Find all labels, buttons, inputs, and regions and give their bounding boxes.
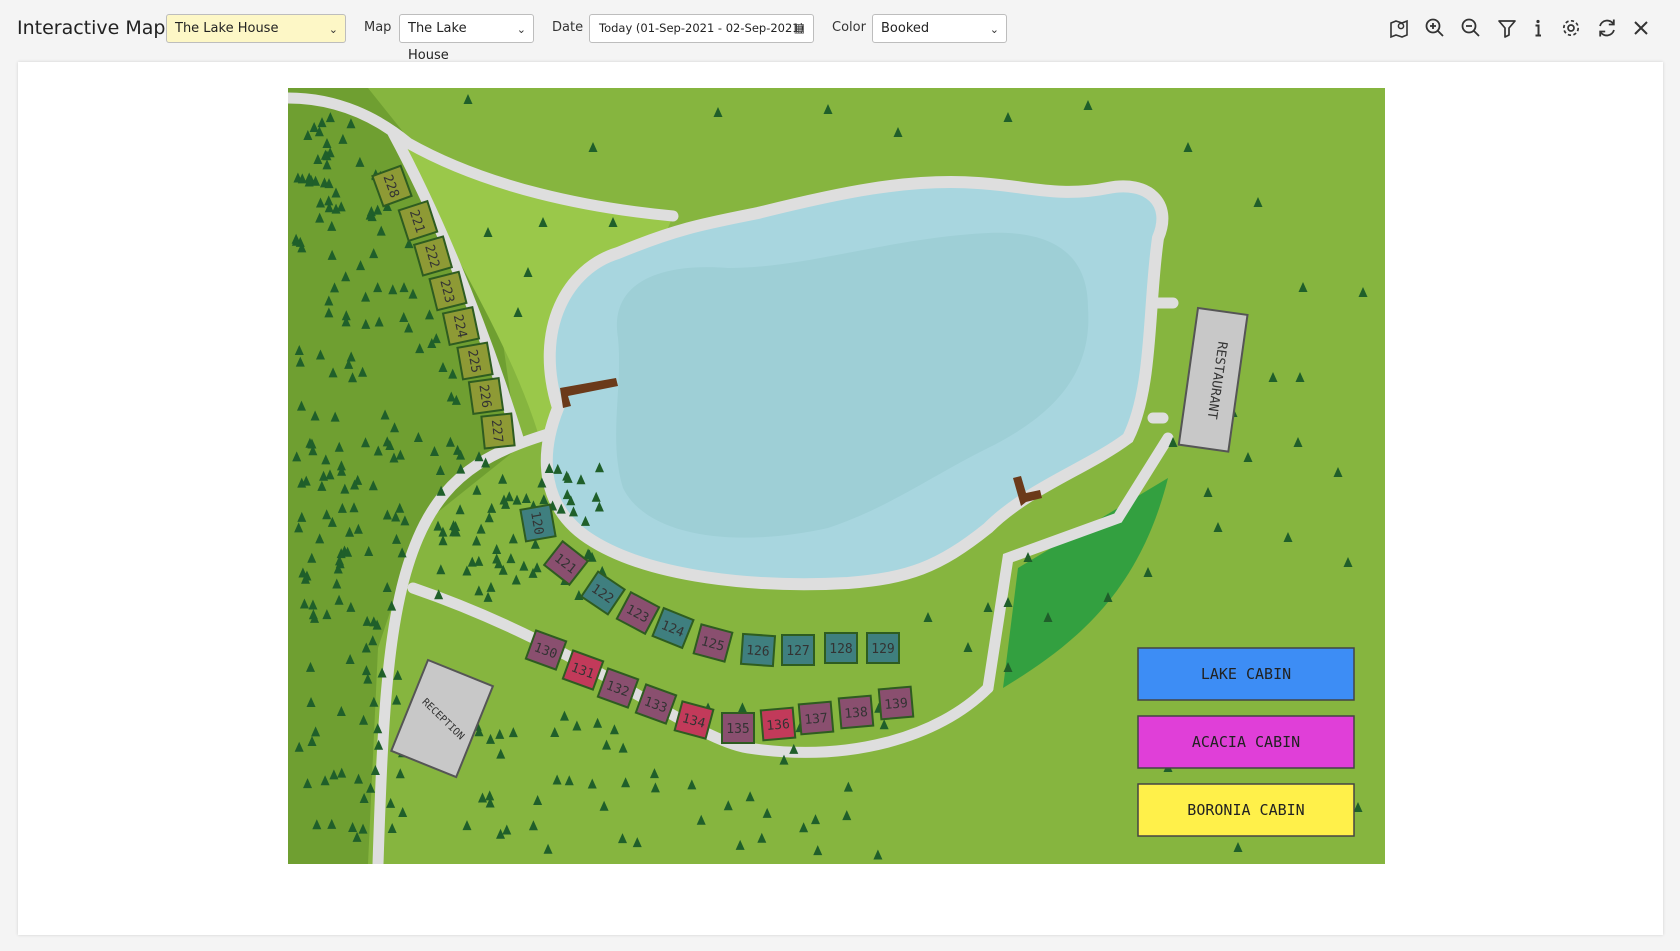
date-range-value: Today (01-Sep-2021 - 02-Sep-2021) (599, 21, 805, 35)
close-icon[interactable] (1628, 15, 1654, 41)
cabin-136[interactable]: 136 (759, 706, 797, 742)
toolbar: Interactive Map The Lake House ⌄ Map The… (0, 0, 1680, 63)
chevron-down-icon: ⌄ (328, 23, 338, 36)
cabin-120[interactable]: 120 (519, 503, 557, 543)
page-title: Interactive Map (17, 17, 166, 39)
cabin-label: 139 (884, 696, 909, 713)
legend-label: ACACIA CABIN (1192, 733, 1300, 751)
cabin-label: 138 (844, 705, 869, 722)
cabin-227[interactable]: 227 (480, 412, 516, 450)
cabin-226[interactable]: 226 (467, 376, 505, 416)
map-label: Map (364, 20, 392, 35)
zoom-out-icon[interactable] (1458, 15, 1484, 41)
date-label: Date (552, 20, 584, 35)
legend-label: BORONIA CABIN (1187, 801, 1304, 819)
chevron-down-icon: ⌄ (516, 23, 526, 36)
property-select[interactable]: The Lake House ⌄ (166, 14, 346, 43)
cabin-label: 136 (766, 717, 791, 734)
cabin-126[interactable]: 126 (739, 632, 777, 668)
cabin-label: 129 (871, 642, 894, 657)
property-select-value: The Lake House (175, 21, 279, 36)
calendar-icon[interactable]: ▦ (794, 15, 805, 42)
info-icon[interactable] (1525, 15, 1551, 41)
refresh-icon[interactable] (1594, 15, 1620, 41)
cabin-label: 128 (829, 642, 852, 657)
zoom-in-icon[interactable] (1422, 15, 1448, 41)
color-select[interactable]: Booked ⌄ (872, 14, 1007, 43)
cabin-139[interactable]: 139 (877, 685, 915, 721)
cabin-224[interactable]: 224 (441, 306, 481, 346)
map-icon[interactable] (1386, 15, 1412, 41)
cabin-128[interactable]: 128 (824, 632, 858, 664)
cabin-138[interactable]: 138 (837, 694, 875, 730)
map-select-value: The Lake House (408, 21, 467, 63)
cabin-label: 126 (746, 643, 770, 660)
cabin-223[interactable]: 223 (428, 270, 468, 312)
color-label: Color (832, 20, 866, 35)
color-select-value: Booked (881, 21, 930, 36)
cabin-label: 127 (786, 644, 809, 659)
cabin-129[interactable]: 129 (866, 632, 900, 664)
cabin-label: 227 (488, 419, 505, 444)
cabin-label: 137 (804, 711, 829, 728)
map-legend: LAKE CABIN ACACIA CABIN BORONIA CABIN (1137, 647, 1355, 837)
cabin-label: 135 (726, 722, 749, 737)
settings-icon[interactable] (1558, 15, 1584, 41)
date-range-field[interactable]: Today (01-Sep-2021 - 02-Sep-2021) ▦ (589, 14, 814, 43)
cabin-135[interactable]: 135 (721, 712, 755, 744)
chevron-down-icon: ⌄ (989, 23, 999, 36)
filter-icon[interactable] (1494, 15, 1520, 41)
cabin-225[interactable]: 225 (456, 341, 494, 381)
cabin-137[interactable]: 137 (797, 700, 835, 736)
cabin-127[interactable]: 127 (781, 634, 815, 666)
map-select[interactable]: The Lake House ⌄ (399, 14, 534, 63)
resort-map: RESTAURANT RECEPTION 2282212222232242252… (288, 88, 1385, 864)
legend-label: LAKE CABIN (1201, 665, 1291, 683)
